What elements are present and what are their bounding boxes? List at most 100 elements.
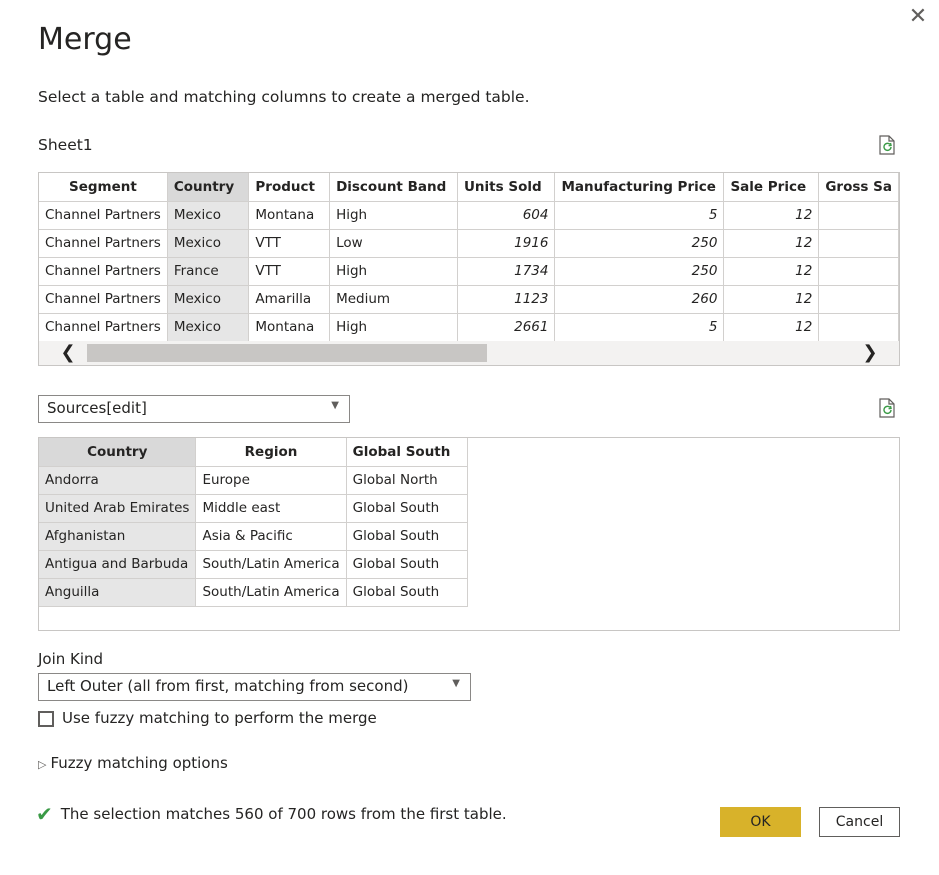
table-cell — [818, 285, 899, 314]
column-header[interactable]: Country — [167, 173, 250, 202]
match-status-text: The selection matches 560 of 700 rows fr… — [60, 805, 507, 823]
table-cell: Anguilla — [39, 578, 197, 607]
table-cell: 250 — [554, 229, 725, 258]
table-cell: Channel Partners — [39, 285, 168, 314]
fuzzy-matching-label[interactable]: Use fuzzy matching to perform the merge — [62, 709, 377, 727]
table-cell: Andorra — [39, 466, 197, 495]
table-cell: 12 — [723, 313, 820, 342]
table-cell: 12 — [723, 201, 820, 230]
chevron-down-icon: ▼ — [331, 400, 339, 411]
table-cell: France — [167, 257, 250, 286]
table-row: Anguilla South/Latin America Global South — [39, 578, 468, 607]
second-table-select-value: Sources[edit] — [47, 399, 147, 417]
table-cell: Global South — [346, 494, 468, 523]
first-table-grid: Segment Country Product Discount Band Units … — [38, 172, 900, 342]
second-table-select[interactable]: Sources[edit] ▼ — [38, 395, 350, 423]
scrollbar-thumb[interactable] — [87, 344, 487, 362]
table-cell: Mexico — [167, 201, 250, 230]
table-cell: Low — [329, 229, 458, 258]
column-header[interactable]: Product — [248, 173, 331, 202]
table-cell: Montana — [248, 313, 331, 342]
table-cell: Medium — [329, 285, 458, 314]
table-cell: 12 — [723, 285, 820, 314]
match-status: ✔ The selection matches 560 of 700 rows f… — [36, 802, 507, 826]
table-cell: 12 — [723, 229, 820, 258]
close-icon[interactable]: ✕ — [906, 6, 930, 30]
refresh-preview-icon[interactable] — [876, 397, 898, 419]
table-cell: Europe — [195, 466, 347, 495]
table-cell: Global South — [346, 550, 468, 579]
table-row: Channel Partners Mexico Montana High 2661 5 12 — [39, 313, 899, 342]
table-cell: High — [329, 313, 458, 342]
table-cell: 5 — [554, 313, 725, 342]
table-cell: Afghanistan — [39, 522, 197, 551]
table-row: Channel Partners Mexico Montana High 604 5 12 — [39, 201, 899, 230]
fuzzy-matching-checkbox[interactable] — [38, 711, 54, 727]
table-cell: Channel Partners — [39, 229, 168, 258]
table-cell — [818, 229, 899, 258]
column-header[interactable]: Sale Price — [723, 173, 820, 202]
table-cell: 12 — [723, 257, 820, 286]
column-header[interactable]: Gross Sa — [818, 173, 899, 202]
table-cell: Mexico — [167, 285, 250, 314]
table-row: Channel Partners Mexico Amarilla Medium 1123… — [39, 285, 899, 314]
table-cell — [818, 201, 899, 230]
table-cell — [818, 313, 899, 342]
column-header[interactable]: Country — [39, 438, 197, 467]
table-cell: Amarilla — [248, 285, 331, 314]
column-header[interactable]: Units Sold — [457, 173, 556, 202]
table-cell: Global North — [346, 466, 468, 495]
dialog-title: Merge — [38, 22, 132, 57]
table-row: Channel Partners Mexico VTT Low 1916 250 12 — [39, 229, 899, 258]
table-cell: United Arab Emirates — [39, 494, 197, 523]
table-cell: 5 — [554, 201, 725, 230]
table-cell: Global South — [346, 522, 468, 551]
join-kind-select[interactable]: Left Outer (all from first, matching fro… — [38, 673, 471, 701]
table-row: Andorra Europe Global North — [39, 466, 468, 495]
chevron-down-icon: ▼ — [452, 678, 460, 689]
table-row: Antigua and Barbuda South/Latin America Gl… — [39, 550, 468, 579]
table-cell: 2661 — [457, 313, 556, 342]
second-table: Country Region Global South Andorra Europe G… — [39, 438, 468, 607]
cancel-button[interactable]: Cancel — [819, 807, 900, 837]
column-header[interactable]: Global South — [346, 438, 468, 467]
column-header[interactable]: Discount Band — [329, 173, 458, 202]
scroll-right-icon[interactable]: ❯ — [859, 342, 881, 364]
first-table-horizontal-scrollbar[interactable]: ❮ ❯ — [38, 341, 900, 366]
table-cell: VTT — [248, 257, 331, 286]
table-cell: VTT — [248, 229, 331, 258]
dialog-subtitle: Select a table and matching columns to c… — [38, 88, 530, 106]
table-cell: South/Latin America — [195, 578, 347, 607]
table-row: United Arab Emirates Middle east Global So… — [39, 494, 468, 523]
table-cell: Channel Partners — [39, 257, 168, 286]
second-table-grid: Country Region Global South Andorra Europe G… — [38, 437, 900, 631]
table-cell: 1123 — [457, 285, 556, 314]
column-header[interactable]: Segment — [39, 173, 168, 202]
table-cell: 604 — [457, 201, 556, 230]
table-cell: Mexico — [167, 229, 250, 258]
table-cell: High — [329, 257, 458, 286]
table-cell: South/Latin America — [195, 550, 347, 579]
expand-triangle-icon: ▷ — [38, 758, 47, 771]
first-table-name: Sheet1 — [38, 136, 93, 154]
fuzzy-matching-options-label: Fuzzy matching options — [50, 754, 228, 772]
table-cell: Montana — [248, 201, 331, 230]
table-cell: 1734 — [457, 257, 556, 286]
table-row: Afghanistan Asia & Pacific Global South — [39, 522, 468, 551]
checkmark-icon: ✔ — [36, 802, 53, 826]
ok-button[interactable]: OK — [720, 807, 801, 837]
table-cell: High — [329, 201, 458, 230]
column-header[interactable]: Region — [195, 438, 347, 467]
table-row: Channel Partners France VTT High 1734 250 12 — [39, 257, 899, 286]
first-table: Segment Country Product Discount Band Units … — [39, 173, 899, 342]
table-cell: Antigua and Barbuda — [39, 550, 197, 579]
column-header[interactable]: Manufacturing Price — [554, 173, 725, 202]
table-cell: Mexico — [167, 313, 250, 342]
join-kind-label: Join Kind — [38, 650, 104, 668]
table-cell: Channel Partners — [39, 313, 168, 342]
refresh-preview-icon[interactable] — [876, 134, 898, 156]
table-cell: 260 — [554, 285, 725, 314]
join-kind-select-value: Left Outer (all from first, matching fro… — [47, 677, 409, 695]
scroll-left-icon[interactable]: ❮ — [57, 342, 79, 364]
fuzzy-matching-options-toggle[interactable]: ▷ Fuzzy matching options — [38, 754, 228, 772]
